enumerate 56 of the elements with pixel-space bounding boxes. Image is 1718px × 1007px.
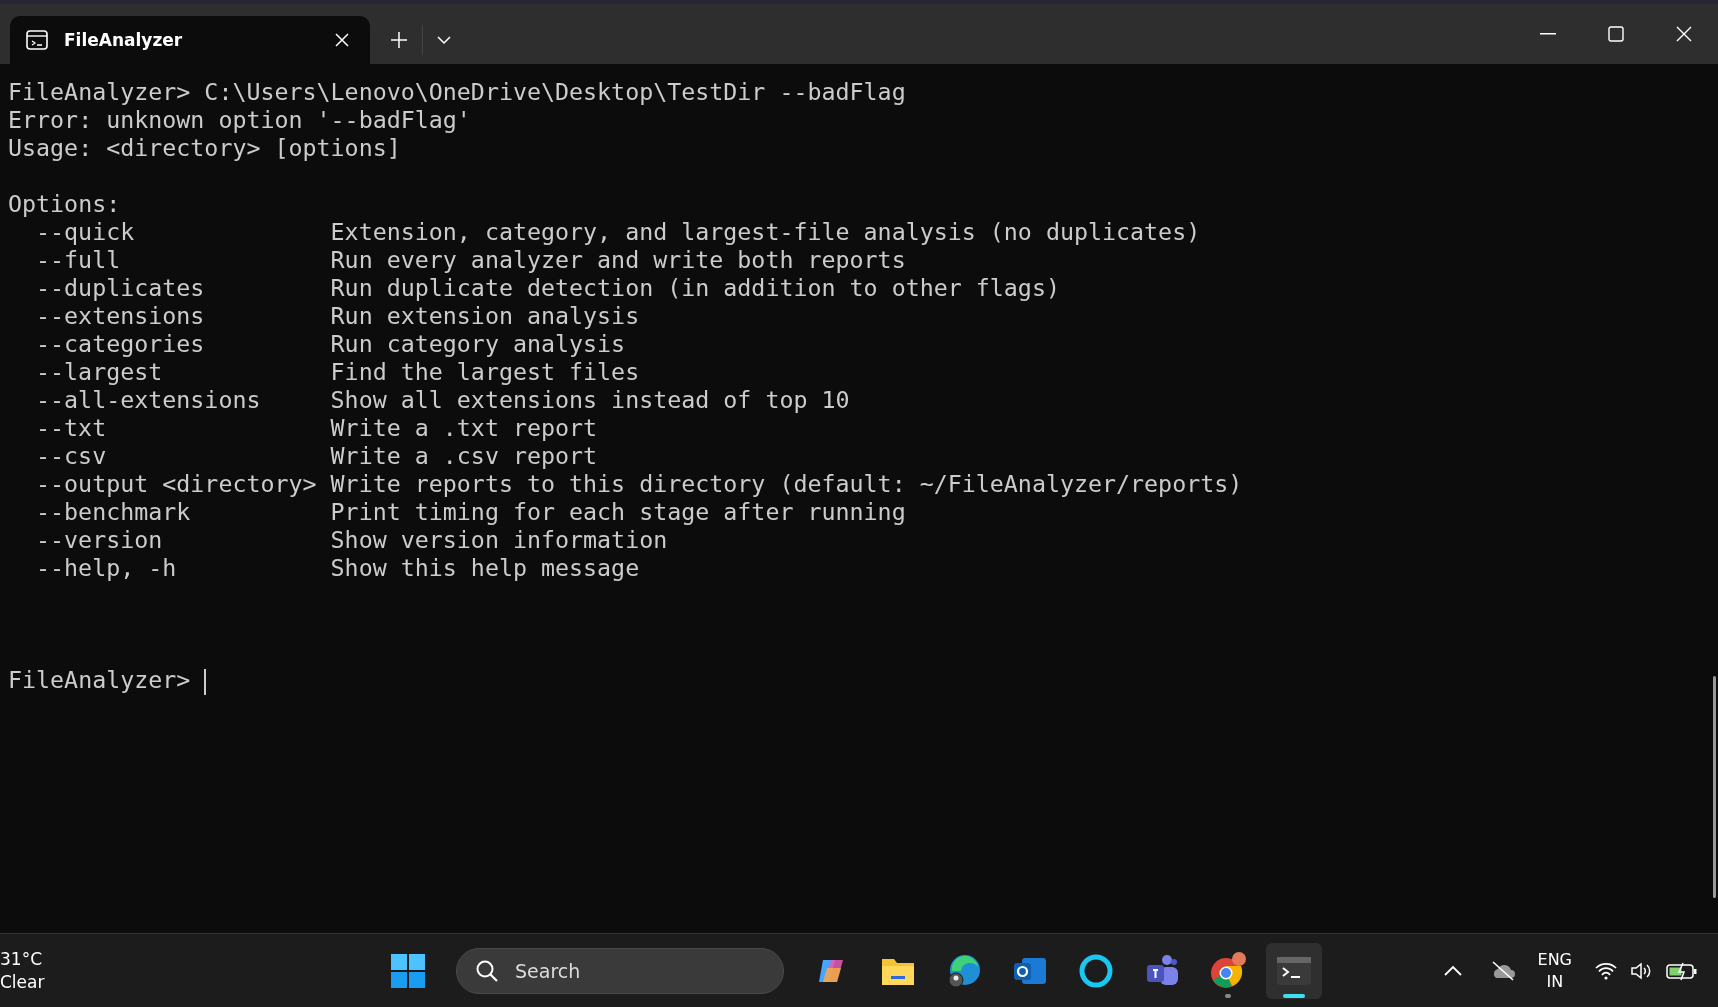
maximize-icon	[1608, 26, 1624, 42]
flag-label: --output <directory>	[36, 470, 317, 497]
option-description: Run extension analysis	[330, 302, 641, 330]
flag-label: --benchmark	[36, 498, 191, 525]
browser-icon	[1208, 950, 1248, 991]
option-description: Write a .csv report	[330, 442, 599, 470]
close-icon	[1676, 26, 1692, 42]
scrollbar[interactable]	[1713, 676, 1716, 898]
option-description: Extension, category, and largest-file analysis (no duplicates)	[330, 218, 1202, 246]
flag-label: --csv	[36, 442, 107, 469]
option-description: Write a .txt report	[330, 414, 599, 442]
flag-label: --full	[36, 246, 121, 273]
flag-label: --all-extensions	[36, 386, 261, 413]
option-description: Run duplicate detection (in addition to other flags)	[330, 274, 1061, 302]
battery-charging-icon[interactable]	[1666, 960, 1698, 981]
prompt: FileAnalyzer>	[8, 666, 192, 693]
flag-label: --help, -h	[36, 554, 177, 581]
terminal-line: FileAnalyzer> C:\Users\Lenovo\OneDrive\Desktop\TestDir --badFlag	[8, 78, 906, 105]
flag-label: --categories	[36, 330, 205, 357]
language-code[interactable]: ENG	[1537, 948, 1572, 971]
flag-label: --largest	[36, 358, 163, 385]
option-description: Show all extensions instead of top 10	[330, 386, 851, 414]
text-cursor	[204, 668, 207, 695]
option-description: Run every analyzer and write both reports	[330, 246, 907, 274]
weather-condition[interactable]: Clear	[0, 970, 380, 994]
region-code[interactable]: IN	[1546, 970, 1564, 993]
windows-logo	[390, 952, 426, 989]
close-icon	[334, 32, 350, 48]
option-description: Show this help message	[330, 554, 641, 582]
tab[interactable]: FileAnalyzer	[10, 16, 370, 64]
option-description: Run category analysis	[330, 330, 627, 358]
chevron-down-icon	[437, 35, 451, 45]
option-description: Find the largest files	[330, 358, 641, 386]
flag-label: --extensions	[36, 302, 205, 329]
options-heading: Options:	[8, 190, 121, 217]
flag-label: --txt	[36, 414, 107, 441]
flag-label: --duplicates	[36, 274, 205, 301]
option-description: Show version information	[330, 526, 669, 554]
flag-label: --version	[36, 526, 163, 553]
weather-temperature[interactable]: 31°C	[0, 947, 380, 971]
tab-title: FileAnalyzer	[64, 30, 184, 50]
wifi-icon[interactable]	[1594, 960, 1618, 981]
terminal-line: Error: unknown option '--badFlag'	[8, 106, 471, 133]
taskbar-app-button[interactable]	[1266, 942, 1322, 999]
ring-icon	[1078, 952, 1114, 989]
search-icon	[475, 958, 499, 983]
option-description: Print timing for each stage after running	[330, 498, 907, 526]
search-input[interactable]: Search	[513, 958, 737, 983]
search-bar[interactable]: Search	[456, 947, 784, 994]
plus-icon	[390, 31, 408, 49]
option-description: Write reports to this directory (default: ~/FileAnalyzer/reports)	[330, 470, 1244, 498]
minimize-icon	[1540, 33, 1556, 35]
terminal-icon	[26, 29, 48, 51]
flag-label: --quick	[36, 218, 135, 245]
terminal-icon	[1276, 955, 1312, 986]
terminal-line: Usage: <directory> [options]	[8, 134, 401, 161]
